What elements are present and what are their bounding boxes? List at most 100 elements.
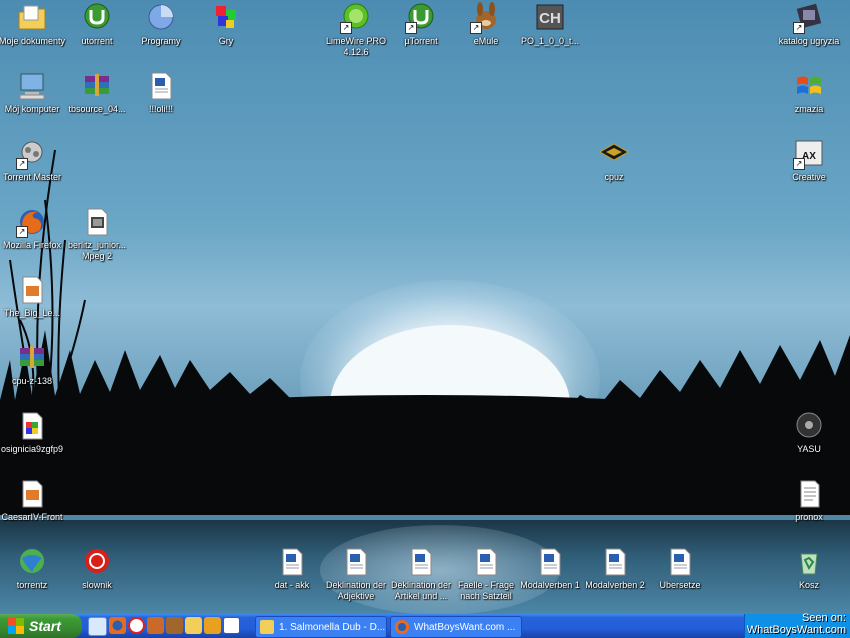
- winamp-icon[interactable]: [204, 617, 221, 634]
- icon-label: slownik: [82, 580, 112, 590]
- icon-label: LimeWire PRO 4.12.6: [325, 36, 386, 57]
- taskbar-item-salmonella-dub[interactable]: 1. Salmonella Dub - D...: [255, 616, 387, 638]
- start-button[interactable]: Start: [0, 614, 82, 638]
- games-icon: [210, 2, 242, 34]
- shortcut-arrow-icon: ↗: [16, 226, 28, 238]
- icon-label: Programy: [141, 36, 181, 46]
- torrent-master-icon: ↗: [16, 138, 48, 170]
- desktop-icon-kosz[interactable]: Kosz: [774, 546, 844, 591]
- icon-label: CaesarIV-Front: [1, 512, 63, 522]
- icon-label: Modalverben 2: [585, 580, 645, 590]
- icon-label: Ubersetze: [659, 580, 701, 590]
- desktop-icon-torrent-master[interactable]: ↗ Torrent Master: [0, 138, 67, 183]
- svg-text:CH: CH: [539, 10, 561, 27]
- desktop-icon-cpu-z-138[interactable]: cpu-z-138: [0, 342, 67, 387]
- desktop-icon-deklination-adjektive[interactable]: Deklination der Adjektive: [321, 546, 391, 602]
- utorrent-icon: ↗: [405, 2, 437, 34]
- desktop-icon-modalverben-2[interactable]: Modalverben 2: [580, 546, 650, 591]
- icon-label: pronox: [795, 512, 823, 522]
- icon-label: Kosz: [798, 580, 819, 590]
- firefox-icon[interactable]: [109, 617, 126, 634]
- emule-icon[interactable]: [166, 617, 183, 634]
- pie-folder-icon: [145, 2, 177, 34]
- creative-icon: AX ↗: [793, 138, 825, 170]
- desktop-icon-zmazia[interactable]: zmazia: [774, 70, 844, 115]
- desktop-icon-faelle[interactable]: Faelle - Frage nach Satzteil: [451, 546, 521, 602]
- icon-label: cpuz: [604, 172, 624, 182]
- desktop-icon-dat-akk[interactable]: dat - akk: [257, 546, 327, 591]
- quick-launch: [88, 617, 240, 636]
- desktop-icon-yasu[interactable]: YASU: [774, 410, 844, 455]
- media-icon[interactable]: [147, 617, 164, 634]
- desktop-icon-torrentz[interactable]: torrentz: [0, 546, 67, 591]
- icon-label: !!!oli!!!: [148, 104, 173, 114]
- folder-icon: [260, 620, 274, 634]
- winrar-archive-icon: [81, 70, 113, 102]
- shortcut-arrow-icon: ↗: [16, 158, 28, 170]
- shortcut-arrow-icon: ↗: [793, 22, 805, 34]
- desktop-icon-moje-dokumenty[interactable]: Moje dokumenty: [0, 2, 67, 47]
- desktop-icon-cpuz[interactable]: cpuz: [579, 138, 649, 183]
- emule-icon: ↗: [470, 2, 502, 34]
- recycle-bin-icon: [793, 546, 825, 578]
- desktop-icon-katalog[interactable]: ↗ katalog ugryzia: [774, 2, 844, 47]
- blocked-icon[interactable]: [128, 617, 145, 634]
- taskbar-item-whatboyswant[interactable]: WhatBoysWant.com ...: [390, 616, 522, 638]
- icon-label: Mozilla Firefox: [2, 240, 61, 250]
- word-document-icon: [664, 546, 696, 578]
- icon-label: berlitz_junior... Mpeg 2: [67, 240, 127, 261]
- windows-flag-icon: [8, 618, 24, 634]
- desktop-icon-big-le[interactable]: The_Big_Le...: [0, 274, 67, 319]
- windows-logo-icon: [793, 70, 825, 102]
- desktop-icon-mu-torrent[interactable]: ↗ µTorrent: [386, 2, 456, 47]
- icon-label: Modalverben 1: [520, 580, 580, 590]
- desktop-icon-tbsource[interactable]: tbsource_04...: [62, 70, 132, 115]
- show-desktop-icon[interactable]: [88, 617, 107, 636]
- word-document-icon: [276, 546, 308, 578]
- winrar-archive-icon: [16, 342, 48, 374]
- icon-label: cpu-z-138: [11, 376, 53, 386]
- icon-label: Moje dokumenty: [0, 36, 66, 46]
- limewire-icon: ↗: [340, 2, 372, 34]
- desktop-icon-osignicia[interactable]: osignicia9zgfp9: [0, 410, 67, 455]
- desktop-icon-limewire[interactable]: ↗ LimeWire PRO 4.12.6: [321, 2, 391, 58]
- cpu-chip-icon: [598, 138, 630, 170]
- desktop-icon-pronox[interactable]: pronox: [774, 478, 844, 523]
- desktop-icon-utorrent[interactable]: utorrent: [62, 2, 132, 47]
- icon-label: zmazia: [794, 104, 824, 114]
- word-icon[interactable]: [223, 617, 240, 634]
- desktop-icon-berlitz[interactable]: berlitz_junior... Mpeg 2: [62, 206, 132, 262]
- desktop-icon-firefox[interactable]: ↗ Mozilla Firefox: [0, 206, 67, 251]
- icon-label: Faelle - Frage nach Satzteil: [457, 580, 515, 601]
- task-label: 1. Salmonella Dub - D...: [279, 621, 386, 633]
- desktop-icon-gry[interactable]: Gry: [191, 2, 261, 47]
- image-file-icon: [16, 274, 48, 306]
- word-document-icon: [470, 546, 502, 578]
- desktop-icon-modalverben-1[interactable]: Modalverben 1: [515, 546, 585, 591]
- word-document-icon: [534, 546, 566, 578]
- desktop-icon-caesar[interactable]: CaesarIV-Front: [0, 478, 67, 523]
- desktop-icon-emule[interactable]: ↗ eMule: [451, 2, 521, 47]
- watermark-line-2: WhatBoysWant.com: [746, 624, 846, 636]
- shortcut-arrow-icon: ↗: [405, 22, 417, 34]
- desktop-icon-po-file[interactable]: CH PO_1_0_0_t...: [515, 2, 585, 47]
- watermark-line-1: Seen on:: [801, 612, 846, 624]
- word-document-icon: [599, 546, 631, 578]
- desktop-icon-moj-komputer[interactable]: Mój komputer: [0, 70, 67, 115]
- icon-label: tbsource_04...: [68, 104, 126, 114]
- icon-label: utorrent: [81, 36, 113, 46]
- folder-documents-icon: [16, 2, 48, 34]
- desktop-icon-ubersetze[interactable]: Ubersetze: [645, 546, 715, 591]
- utorrent-icon: [81, 2, 113, 34]
- desktop-icon-programy[interactable]: Programy: [126, 2, 196, 47]
- desktop-icon-oli[interactable]: !!!oli!!!: [126, 70, 196, 115]
- desktop-icon-slownik[interactable]: slownik: [62, 546, 132, 591]
- desktop-icon-deklination-artikel[interactable]: Deklination der Artikel und ...: [386, 546, 456, 602]
- desktop-icon-creative[interactable]: AX ↗ Creative: [774, 138, 844, 183]
- icon-label: osignicia9zgfp9: [0, 444, 64, 454]
- firefox-icon: [395, 620, 409, 634]
- folder-icon[interactable]: [185, 617, 202, 634]
- text-file-icon: [793, 478, 825, 510]
- video-file-icon: [81, 206, 113, 238]
- shortcut-arrow-icon: ↗: [793, 158, 805, 170]
